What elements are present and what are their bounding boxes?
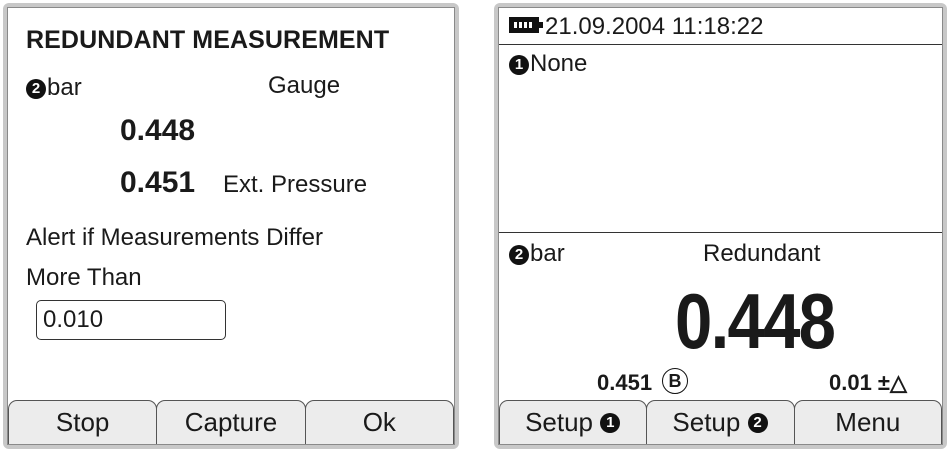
datetime: 21.09.2004 11:18:22 [545, 13, 764, 40]
threshold-input[interactable] [36, 300, 226, 340]
primary-reading: 0.448 [120, 114, 196, 147]
secondary-source-label: Ext. Pressure [223, 171, 368, 198]
screen-title: REDUNDANT MEASUREMENT [26, 26, 390, 54]
capture-button[interactable]: Capture [156, 400, 306, 444]
setup-1-label: Setup [525, 407, 594, 437]
channel-2-row: 2 bar [509, 240, 565, 268]
setup-channel-2-button[interactable]: Setup 2 [646, 400, 795, 444]
ok-button[interactable]: Ok [304, 400, 454, 444]
left-device-bezel: REDUNDANT MEASUREMENT 2 bar Gauge 0.448 0… [3, 3, 459, 449]
battery-icon [509, 17, 543, 33]
alert-label-line1: Alert if Measurements Differ [26, 224, 323, 251]
channel-1-badge-icon: 1 [509, 55, 529, 75]
channel-1-row: 1 None [509, 50, 587, 78]
status-bar: 21.09.2004 11:18:22 [499, 8, 942, 45]
unit-label: bar [47, 74, 82, 101]
secondary-reading: 0.451 [120, 166, 196, 199]
left-softkey-bar: Stop Capture Ok [8, 400, 454, 444]
channel-divider [499, 232, 942, 233]
channel-2-badge-icon: 2 [509, 245, 529, 265]
secondary-reading: 0.451 [597, 370, 653, 395]
redundant-setup-screen: REDUNDANT MEASUREMENT 2 bar Gauge 0.448 0… [7, 7, 455, 445]
stop-button[interactable]: Stop [8, 400, 158, 444]
channel-2-badge-icon: 2 [26, 79, 46, 99]
channel-unit: 2 bar [26, 74, 82, 102]
main-reading: 0.448 [675, 277, 836, 365]
right-softkey-bar: Setup 1 Setup 2 Menu [499, 400, 942, 444]
alert-label-line2: More Than [26, 264, 142, 291]
channel-2-unit: bar [530, 240, 565, 267]
channel-1-label: None [530, 50, 588, 77]
channel-2-badge-icon: 2 [747, 412, 768, 433]
b-circle-icon: B [662, 368, 688, 394]
menu-button[interactable]: Menu [793, 400, 942, 444]
setup-channel-1-button[interactable]: Setup 1 [499, 400, 648, 444]
setup-2-label: Setup [672, 407, 741, 437]
mode-label: Gauge [268, 72, 341, 99]
channel-1-badge-icon: 1 [600, 412, 621, 433]
tolerance-readout: 0.01 ±△ [829, 370, 907, 395]
right-device-bezel: 21.09.2004 11:18:22 1 None 2 bar Redundant… [494, 3, 947, 449]
measurement-screen: 21.09.2004 11:18:22 1 None 2 bar Redundant… [498, 7, 943, 445]
channel-2-mode: Redundant [703, 240, 821, 267]
